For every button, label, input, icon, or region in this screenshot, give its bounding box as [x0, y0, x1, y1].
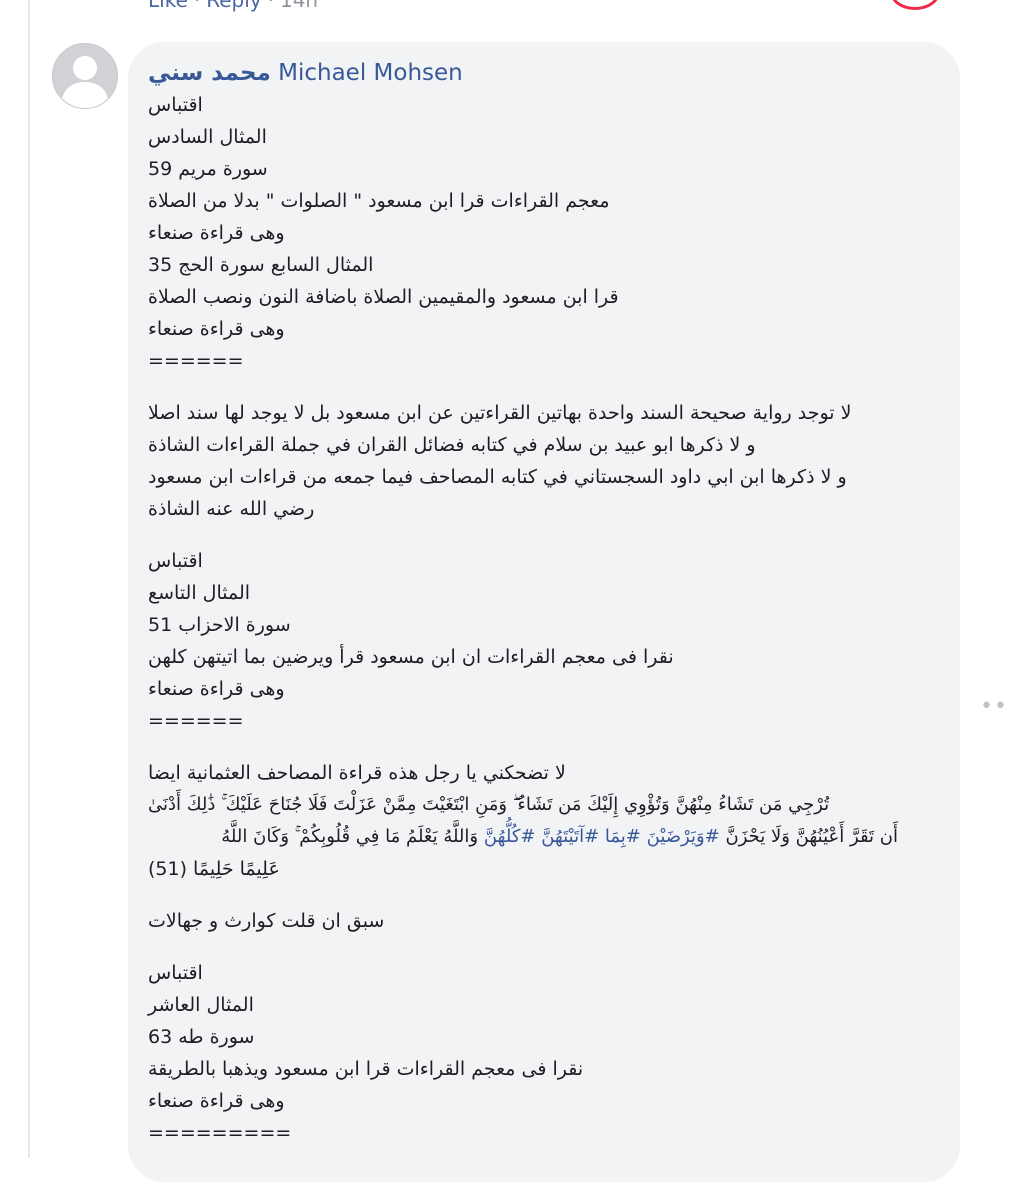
comment-line: و لا ذكرها ابن ابي داود السجستاني في كتا… [148, 466, 847, 488]
more-options-icon[interactable]: ••• [980, 696, 1010, 718]
like-link[interactable]: Like [148, 0, 188, 12]
comment-line: معجم القراءات قرا ابن مسعود " الصلوات " … [148, 190, 610, 212]
comment-line: المثال السابع سورة الحج 35 [148, 254, 374, 276]
comment-line: المثال العاشر [148, 994, 254, 1016]
comment-line: اقتباس [148, 962, 203, 984]
timestamp[interactable]: 14h [280, 0, 318, 12]
comment-line: وهى قراءة صنعاء [148, 678, 285, 700]
verse-fragment: أَن تَقَرَّ أَعْيُنُهُنَّ وَلَا يَحْزَنَ… [725, 826, 899, 847]
comment-line: نقرا فى معجم القراءات ان ابن مسعود قرأ و… [148, 646, 674, 668]
comment-line: لا توجد رواية صحيحة السند واحدة بهاتين ا… [148, 402, 852, 424]
hashtag-link[interactable]: #آتَيْتَهُنَّ [541, 826, 599, 847]
comment-line: سورة مريم 59 [148, 158, 268, 180]
separator-dot: · [193, 0, 201, 12]
comment-line: سورة طه 63 [148, 1026, 255, 1048]
comment-line: عَلِيمًا حَلِيمًا (51) [148, 858, 280, 880]
reply-link[interactable]: Reply [206, 0, 261, 12]
comment-line: المثال التاسع [148, 582, 251, 604]
comment-line: وهى قراءة صنعاء [148, 1090, 285, 1112]
quran-verse-line-with-hashtags: أَن تَقَرَّ أَعْيُنُهُنَّ وَلَا يَحْزَنَ… [221, 826, 898, 847]
separator-dot: · [267, 0, 274, 12]
comment-line: وهى قراءة صنعاء [148, 222, 285, 244]
separator-line: ====== [148, 350, 244, 372]
hashtag-link[interactable]: #كُلُّهُنَّ [484, 826, 536, 847]
comment-line: و لا ذكرها ابو عبيد بن سلام في كتابه فضا… [148, 434, 756, 456]
comment-line: اقتباس [148, 550, 203, 572]
reaction-badge[interactable] [890, 0, 940, 10]
comment-line: لا تضحكني يا رجل هذه قراءة المصاحف العثم… [148, 762, 566, 784]
comment-line: المثال السادس [148, 126, 267, 148]
avatar[interactable] [52, 43, 118, 109]
quran-verse-line: تُرْجِي مَن تَشَاءُ مِنْهُنَّ وَتُؤْوِي … [148, 794, 830, 815]
comment-line: سورة الاحزاب 51 [148, 614, 291, 636]
comment-line: قرا ابن مسعود والمقيمين الصلاة باضافة ال… [148, 286, 619, 308]
comment-line: رضي الله عنه الشاذة [148, 498, 315, 520]
left-border [0, 0, 30, 1158]
separator-line: ========= [148, 1122, 292, 1144]
default-avatar-icon [53, 44, 117, 108]
comment-author[interactable]: محمد سني Michael Mohsen [148, 60, 463, 86]
hashtag-link[interactable]: #وَيَرْضَيْنَ [647, 826, 720, 847]
comment-actions: Like · Reply · 14h [148, 0, 318, 12]
author-name-arabic[interactable]: محمد سني [148, 60, 271, 86]
comment-line: سبق ان قلت كوارث و جهالات [148, 910, 385, 932]
comment-line: وهى قراءة صنعاء [148, 318, 285, 340]
author-name-english[interactable]: Michael Mohsen [278, 60, 463, 86]
separator-line: ====== [148, 710, 244, 732]
hashtag-link[interactable]: #بِمَا [605, 826, 641, 847]
comment-line: اقتباس [148, 94, 203, 116]
comment-line: نقرا فى معجم القراءات قرا ابن مسعود ويذه… [148, 1058, 584, 1080]
verse-fragment: وَاللَّهُ يَعْلَمُ مَا فِي قُلُوبِكُمْ ۚ… [221, 826, 479, 847]
